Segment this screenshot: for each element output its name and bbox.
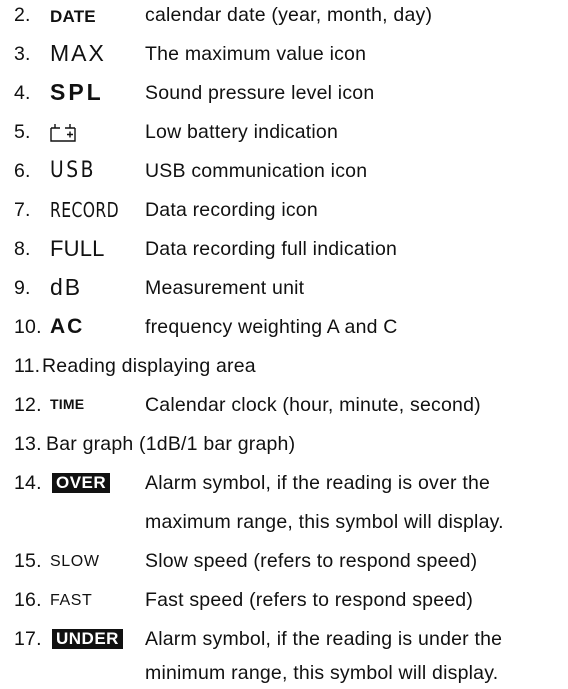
item-number: 3.	[14, 43, 31, 65]
item-description: Sound pressure level icon	[145, 82, 375, 104]
item-description: Alarm symbol, if the reading is over the	[145, 472, 491, 494]
max-symbol: MAX	[50, 40, 106, 66]
item-number: 17.	[14, 628, 42, 650]
item-description: Reading displaying area	[42, 355, 256, 377]
item-description: Calendar clock (hour, minute, second)	[145, 394, 481, 416]
item-number: 13.	[14, 433, 42, 455]
fast-symbol: FAST	[50, 592, 93, 609]
item-description: Measurement unit	[145, 277, 305, 299]
spl-symbol: SPL	[50, 79, 104, 105]
item-description: Alarm symbol, if the reading is under th…	[145, 628, 503, 650]
over-badge: OVER	[52, 473, 111, 493]
item-description: Bar graph (1dB/1 bar graph)	[46, 433, 296, 455]
time-symbol: TIME	[50, 396, 85, 412]
slow-symbol: SLOW	[50, 553, 100, 570]
item-description: Fast speed (refers to respond speed)	[145, 589, 474, 611]
item-description: The maximum value icon	[145, 43, 367, 65]
item-number: 9.	[14, 277, 31, 299]
item-description: frequency weighting A and C	[145, 316, 398, 338]
item-description-continued: maximum range, this symbol will display.	[145, 511, 504, 533]
item-description-continued: minimum range, this symbol will display.	[145, 662, 499, 684]
item-number: 2.	[14, 4, 31, 26]
usb-symbol: USB	[50, 158, 97, 183]
item-description: Slow speed (refers to respond speed)	[145, 550, 478, 572]
item-number: 11.	[14, 355, 41, 377]
item-number: 15.	[14, 550, 42, 572]
item-number: 6.	[14, 160, 31, 182]
full-symbol: FULL	[50, 236, 105, 261]
battery-icon	[50, 124, 76, 142]
item-number: 16.	[14, 589, 42, 611]
page: { "items": [ {"num": "2.", "sym": "DATE"…	[0, 0, 568, 689]
item-number: 7.	[14, 199, 31, 221]
item-description: calendar date (year, month, day)	[145, 4, 433, 26]
date-symbol: DATE	[50, 7, 96, 26]
ac-symbol: AC	[50, 315, 85, 338]
item-description: Data recording icon	[145, 199, 318, 221]
item-number: 8.	[14, 238, 31, 260]
item-description: Low battery indication	[145, 121, 339, 143]
item-number: 10.	[14, 316, 42, 338]
db-symbol: dB	[50, 274, 83, 300]
record-symbol: RECORD	[50, 198, 120, 222]
item-number: 14.	[14, 472, 42, 494]
item-description: Data recording full indication	[145, 238, 398, 260]
item-number: 5.	[14, 121, 31, 143]
item-description: USB communication icon	[145, 160, 368, 182]
item-number: 4.	[14, 82, 31, 104]
under-badge: UNDER	[52, 629, 123, 649]
item-number: 12.	[14, 394, 42, 416]
